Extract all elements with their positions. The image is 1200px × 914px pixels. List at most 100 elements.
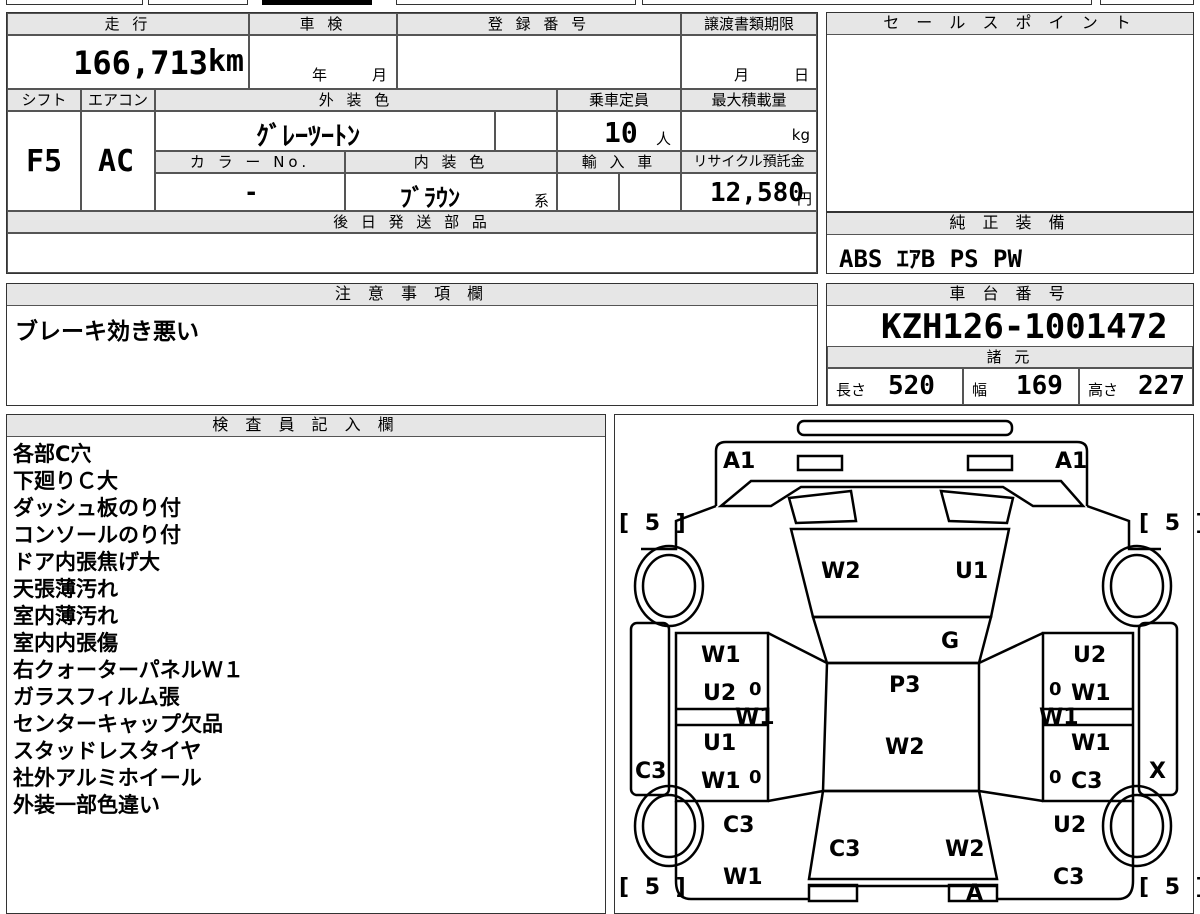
damage-mark-front-right: A1 [1055, 449, 1088, 474]
vehicle-info-form: 走 行 車 検 登 録 番 号 譲渡書類期限 166,713 km 年 月 月 … [6, 12, 818, 274]
damage-mark-roof: P3 [889, 673, 921, 698]
recycle-fee-unit: 円 [796, 190, 812, 208]
damage-mark-right-door-rear-zero: 0 [1049, 767, 1062, 788]
damage-mark-left-door-front-2: U2 [703, 681, 737, 706]
sales-point-label: セ ー ル ス ポ イ ン ト [827, 13, 1193, 35]
exterior-color-label: 外 装 色 [155, 89, 557, 111]
damage-mark-rear-glass-left: C3 [829, 837, 861, 862]
damage-mark-right-door-mid: W1 [1039, 705, 1079, 730]
odometer-value: 166,713 [73, 44, 208, 82]
damage-mark-roof-rear: W2 [885, 735, 925, 760]
capacity-label: 乗車定員 [557, 89, 681, 111]
chassis-label: 車 台 番 号 [827, 284, 1193, 306]
damage-mark-left-door-front-zero: 0 [749, 679, 762, 700]
damage-mark-right-side: X [1149, 759, 1166, 784]
inspector-line: 社外アルミホイール [13, 766, 202, 790]
shift-value: F5 [26, 144, 63, 179]
damage-mark-windshield-right: U1 [955, 559, 989, 584]
recycle-fee-label: リサイクル預託金 [681, 151, 817, 173]
inspector-line: 下廻りＣ大 [13, 469, 118, 493]
capacity-unit: 人 [656, 130, 672, 148]
inspector-line: 各部C穴 [13, 442, 92, 466]
inspector-line: ダッシュ板のり付 [13, 496, 181, 520]
max-load-label: 最大積載量 [681, 89, 817, 111]
shift-cell: F5 [7, 111, 81, 211]
color-no-label: カ ラ ー No. [155, 151, 345, 173]
notes-label: 注 意 事 項 欄 [7, 284, 817, 306]
inspector-box: 検 査 員 記 入 欄 各部C穴 下廻りＣ大 ダッシュ板のり付 コンソールのり付 ドア内… [6, 414, 606, 914]
color-no-value: - [244, 178, 259, 206]
exterior-color-value: ｸﾞﾚｰﾂｰﾄﾝ [256, 122, 361, 152]
equipment-box: 純 正 装 備 ABS ｴｱB PS PW [826, 212, 1194, 274]
spec-width-value: 169 [1016, 371, 1063, 401]
import-cell-2 [619, 173, 681, 211]
interior-color-label: 内 装 色 [345, 151, 557, 173]
damage-mark-tire-fl: [ 5 ] [619, 511, 690, 536]
shift-label: シフト [7, 89, 81, 111]
transfer-deadline-label: 譲渡書類期限 [681, 13, 817, 35]
damage-mark-left-side: C3 [635, 759, 667, 784]
inspector-line: センターキャップ欠品 [13, 712, 223, 736]
damage-mark-left-door-rear-zero: 0 [749, 767, 762, 788]
shaken-year-unit: 年 [312, 66, 328, 84]
shaken-label: 車 検 [249, 13, 397, 35]
odometer-label: 走 行 [7, 13, 249, 35]
spec-height-value: 227 [1138, 371, 1185, 401]
inspector-line: 天張薄汚れ [13, 577, 118, 601]
capacity-cell: 10 人 [557, 111, 681, 151]
equipment-label: 純 正 装 備 [827, 213, 1193, 235]
damage-mark-tire-fr: [ 5 ] [1139, 511, 1200, 536]
damage-mark-left-rear-bottom: W1 [723, 865, 763, 890]
damage-mark-left-rear-quarter: C3 [723, 813, 755, 838]
spec-height-label: 高さ [1088, 381, 1119, 399]
inspector-lines: 各部C穴 下廻りＣ大 ダッシュ板のり付 コンソールのり付 ドア内張焦げ大 天張薄汚れ 室内薄… [13, 441, 244, 819]
registration-cell [397, 35, 681, 89]
max-load-unit: kg [791, 126, 810, 144]
notes-box: 注 意 事 項 欄 ブレーキ効き悪い [6, 283, 818, 406]
damage-mark-right-door-front-2: W1 [1071, 681, 1111, 706]
chassis-value: KZH126-1001472 [881, 307, 1168, 347]
damage-mark-left-door-front-1: W1 [701, 643, 741, 668]
damage-mark-right-door-rear-2: C3 [1071, 769, 1103, 794]
damage-mark-left-door-rear-2: W1 [701, 769, 741, 794]
aircon-label: エアコン [81, 89, 155, 111]
interior-color-value: ﾌﾞﾗｳﾝ [400, 184, 460, 212]
interior-color-suffix: 系 [534, 192, 550, 210]
recycle-fee-cell: 12,580 円 [681, 173, 817, 211]
later-parts-cell [7, 233, 817, 273]
spec-length-cell: 長さ 520 [827, 368, 963, 405]
diagram-labels: A1A1[ 5 ][ 5 ][ 5 ][ 5 ]W2U1GP3W2W1U20W1… [615, 415, 1200, 913]
damage-mark-left-door-rear-1: U1 [703, 731, 737, 756]
inspector-line: ドア内張焦げ大 [13, 550, 160, 574]
damage-mark-windshield-left: W2 [821, 559, 861, 584]
later-parts-label: 後 日 発 送 部 品 [7, 211, 817, 233]
top-strip [0, 0, 1200, 6]
damage-mark-right-door-rear-1: W1 [1071, 731, 1111, 756]
capacity-value: 10 [604, 116, 638, 149]
odometer-unit: km [207, 44, 244, 79]
inspector-line: ガラスフィルム張 [13, 685, 180, 709]
aircon-cell: AC [81, 111, 155, 211]
damage-mark-tire-rl: [ 5 ] [619, 875, 690, 900]
damage-mark-right-rear-quarter: U2 [1053, 813, 1087, 838]
chassis-box: 車 台 番 号 KZH126-1001472 諸 元 長さ 520 幅 169 … [826, 283, 1194, 406]
inspector-line: スタッドレスタイヤ [13, 739, 202, 763]
damage-mark-right-rear-bottom: C3 [1053, 865, 1085, 890]
spec-length-value: 520 [888, 371, 935, 401]
specs-label: 諸 元 [827, 346, 1193, 368]
registration-label: 登 録 番 号 [397, 13, 681, 35]
interior-color-cell: ﾌﾞﾗｳﾝ 系 [345, 173, 557, 212]
transfer-month-unit: 月 [734, 66, 750, 84]
damage-mark-front-left: A1 [723, 449, 756, 474]
spec-length-label: 長さ [836, 381, 867, 399]
damage-mark-rear-glass-right: W2 [945, 837, 985, 862]
damage-mark-right-door-front-1: U2 [1073, 643, 1107, 668]
recycle-fee-value: 12,580 [710, 178, 804, 208]
color-no-cell: - [155, 173, 345, 211]
shaken-month-unit: 月 [372, 66, 388, 84]
inspector-label: 検 査 員 記 入 欄 [7, 415, 605, 437]
exterior-color-extra-cell [495, 111, 557, 151]
odometer-cell: 166,713 km [7, 35, 249, 89]
damage-mark-rear-bottom: A [966, 881, 984, 906]
damage-mark-tire-rr: [ 5 ] [1139, 875, 1200, 900]
